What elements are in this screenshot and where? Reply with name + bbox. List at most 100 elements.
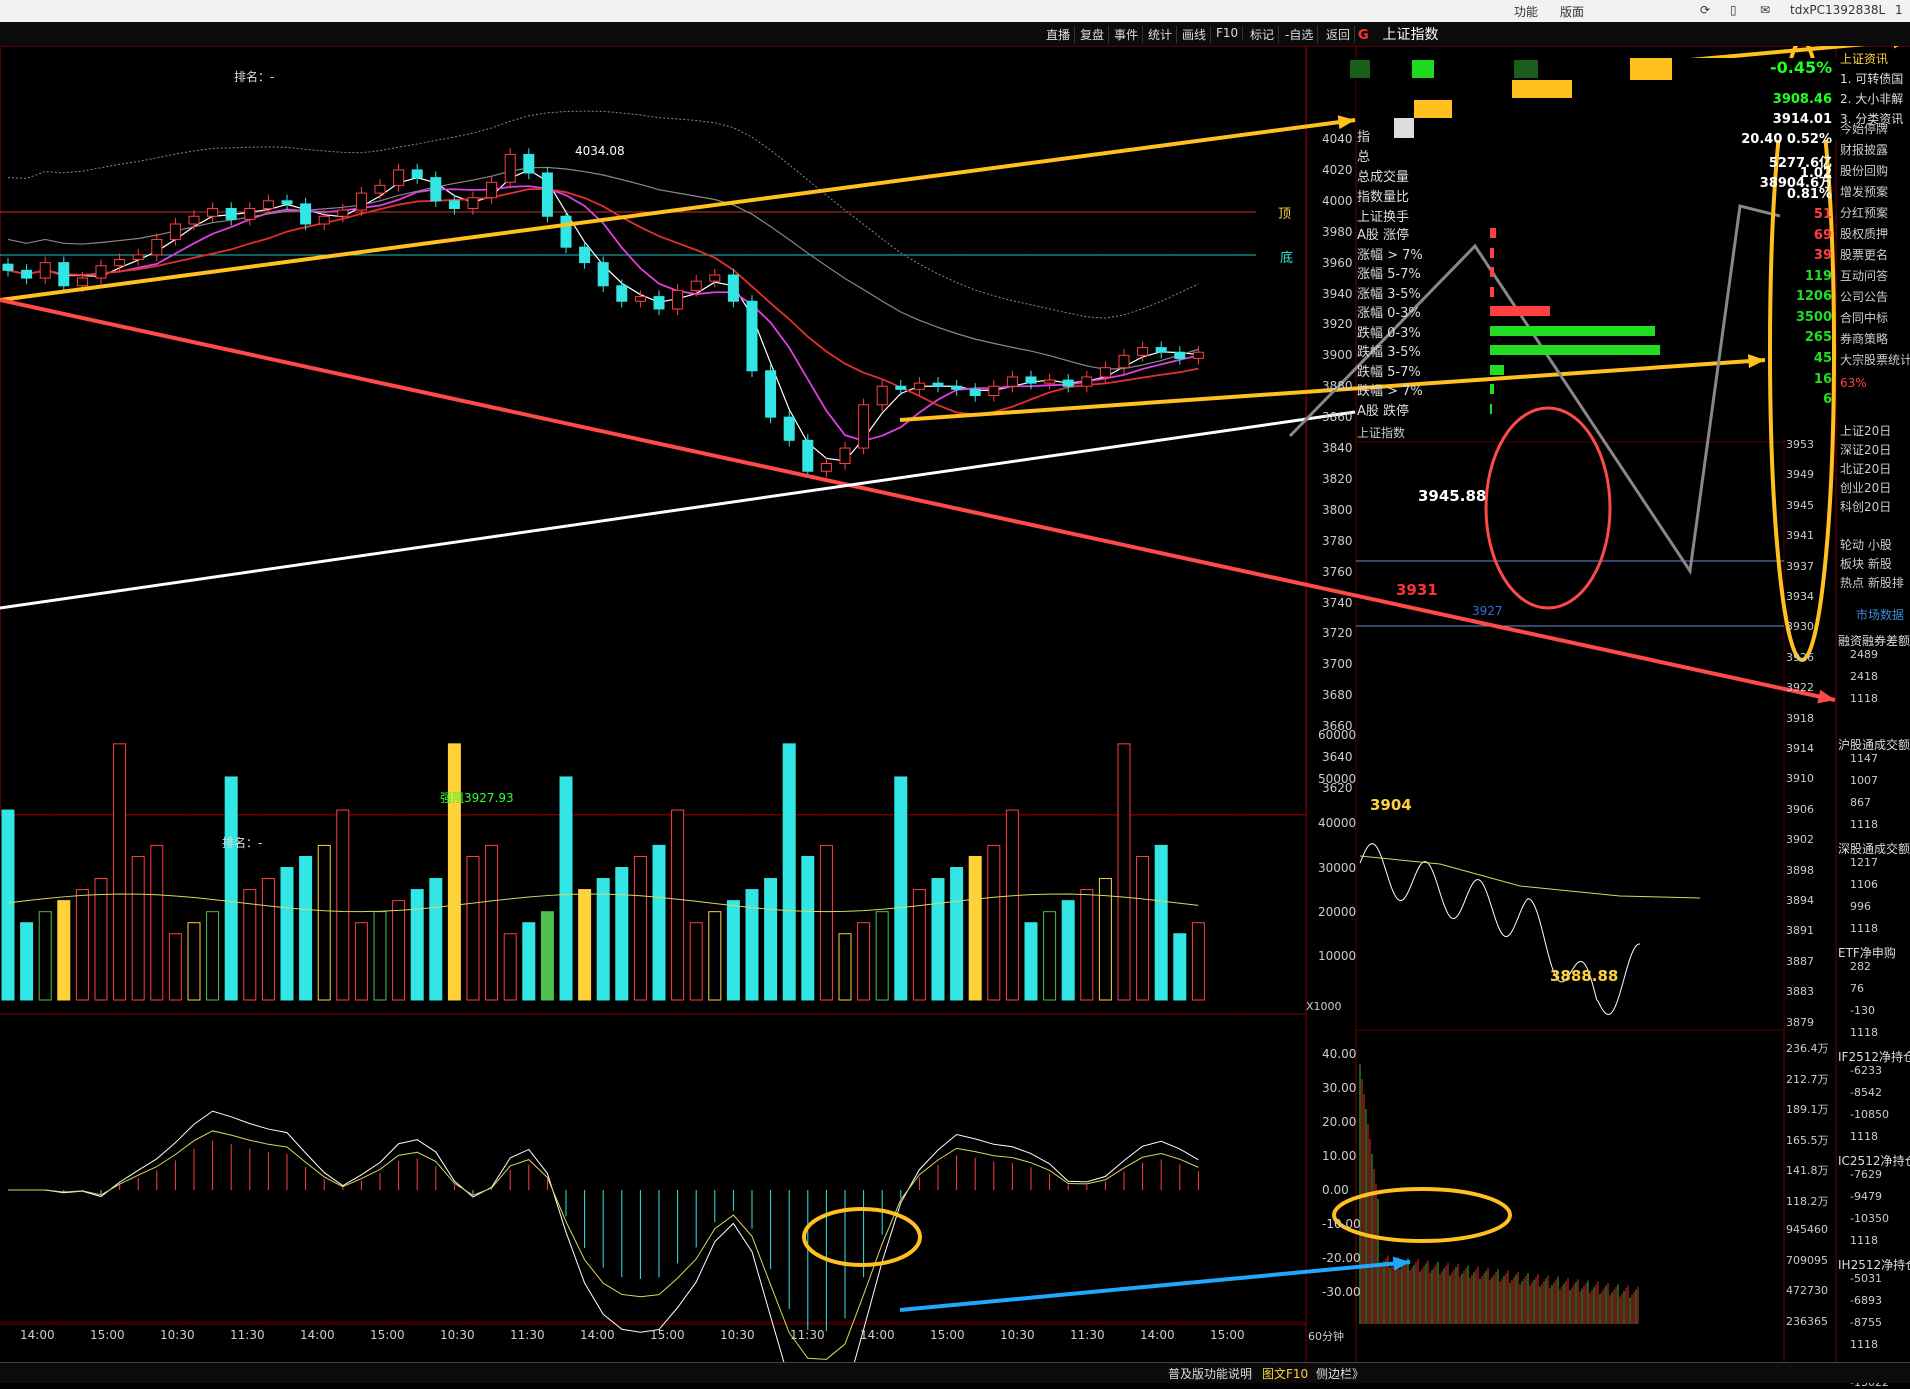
price-tick: 3960: [1322, 255, 1353, 270]
candle: [114, 259, 126, 267]
toolbar-f10[interactable]: F10: [1212, 26, 1244, 40]
volume-bar: [968, 855, 982, 1001]
intraday-price-tick: 3879: [1786, 1015, 1814, 1029]
stats-bottom-label: 上证指数: [1357, 426, 1406, 440]
intraday-volume-tick: 945460: [1786, 1223, 1828, 1236]
side-block-value: 1118: [1850, 922, 1878, 935]
side-block-value: -10850: [1850, 1108, 1889, 1121]
intraday-price-tick: 3898: [1786, 863, 1814, 877]
candle: [746, 300, 758, 372]
volume-bar: [596, 878, 610, 1001]
candle: [802, 439, 814, 472]
volume-bar: [466, 855, 480, 1001]
volume-bar: [1098, 878, 1112, 1001]
redaction-block: [1630, 58, 1672, 80]
side-block-value: 1217: [1850, 856, 1878, 869]
volume-tick: 10000: [1318, 948, 1357, 963]
side-block-value: -6893: [1850, 1294, 1882, 1307]
macd-tick: 40.00: [1322, 1047, 1357, 1061]
candle: [300, 203, 312, 225]
volume-bar: [1136, 855, 1150, 1001]
status-help[interactable]: 普及版功能说明: [1168, 1365, 1252, 1382]
time-tick: 14:00: [1140, 1328, 1175, 1342]
macd-tick: 10.00: [1322, 1149, 1357, 1163]
side-top-item: 1. 可转债国: [1840, 72, 1904, 86]
candle: [1062, 379, 1074, 387]
window-titlebar: 功能 版面 ⟳ ▯ ✉ tdxPC1392838L 1: [0, 0, 1910, 23]
volume-rank-label: 排名：-: [222, 836, 263, 850]
refresh-icon[interactable]: ⟳: [1700, 3, 1710, 17]
side-block-value: 1118: [1850, 1338, 1878, 1351]
minimize-icon[interactable]: 1: [1895, 3, 1903, 17]
side-index-item: 上证20日: [1840, 424, 1892, 438]
price-tick: 3680: [1322, 688, 1353, 703]
volume-bar: [485, 844, 499, 1001]
toolbar-back[interactable]: 返回: [1322, 26, 1356, 43]
menu-function[interactable]: 功能: [1514, 3, 1538, 20]
toolbar-stats[interactable]: 统计: [1144, 26, 1178, 43]
volume-bar: [57, 900, 71, 1001]
toolbar-events[interactable]: 事件: [1110, 26, 1144, 43]
candle: [783, 416, 795, 441]
side-block-title: 沪股通成交额: [1838, 738, 1910, 752]
volume-bar: [894, 776, 908, 1001]
toolbar-draw[interactable]: 画线: [1178, 26, 1212, 43]
breadth-bar: [1490, 325, 1655, 336]
volume-bar: [373, 911, 387, 1001]
volume-bar: [1005, 809, 1019, 1001]
candle: [355, 192, 367, 211]
intraday-volume-tick: 118.2万: [1786, 1194, 1829, 1208]
breadth-row-label: A股 跌停: [1357, 403, 1410, 419]
volume-tick: 20000: [1318, 904, 1357, 919]
breadth-row-label: 跌幅 3-5%: [1357, 345, 1421, 360]
volume-bar: [317, 844, 331, 1001]
volume-bar: [94, 878, 108, 1001]
intraday-volume-tick: 472730: [1786, 1284, 1828, 1297]
volume-tick: 40000: [1318, 816, 1357, 831]
toolbar-watchlist[interactable]: -自选: [1281, 26, 1319, 43]
volume-bar: [615, 867, 629, 1001]
side-block-value: -8755: [1850, 1316, 1882, 1329]
toolbar-live[interactable]: 直播: [1042, 26, 1076, 43]
mail-icon[interactable]: ✉: [1760, 3, 1770, 17]
side-item: 公司公告: [1840, 290, 1889, 304]
candle: [579, 246, 591, 264]
candle: [95, 265, 107, 279]
status-sidebar[interactable]: 侧边栏》: [1316, 1365, 1364, 1382]
time-tick: 14:00: [20, 1328, 55, 1342]
period-label[interactable]: 60分钟: [1308, 1328, 1344, 1344]
chart-canvas[interactable]: [0, 46, 1910, 1362]
side-market-data: 市场数据: [1856, 608, 1905, 622]
price-pane-frame: [0, 46, 1307, 815]
volume-bar: [280, 867, 294, 1001]
menu-view[interactable]: 版面: [1560, 3, 1584, 20]
index-change-pct: -0.45%: [1770, 58, 1833, 77]
candle: [411, 169, 423, 179]
side-ratio: 63%: [1840, 376, 1867, 390]
breadth-row-value: 3500: [1795, 309, 1832, 325]
volume-bar: [1061, 900, 1075, 1001]
side-block-value: 76: [1850, 982, 1864, 995]
bottom-marker: 底: [1280, 251, 1294, 266]
volume-bar: [20, 922, 34, 1001]
candle: [393, 169, 405, 186]
side-block-value: -7629: [1850, 1168, 1882, 1181]
status-f10[interactable]: 图文F10: [1262, 1365, 1308, 1382]
volume-bar: [875, 911, 889, 1001]
phone-icon[interactable]: ▯: [1730, 3, 1737, 17]
macd-tick: -20.00: [1322, 1251, 1361, 1265]
toolbar-mark[interactable]: 标记: [1246, 26, 1280, 43]
volume-bar: [187, 922, 201, 1001]
intraday-mid-label: 3931: [1396, 581, 1438, 599]
breadth-row-value: 51: [1813, 207, 1832, 222]
ma5-line: [7, 169, 1199, 462]
candle: [318, 215, 330, 225]
volume-bar: [243, 889, 257, 1001]
side-misc-item: 轮动 小股: [1840, 538, 1892, 552]
side-block-value: 2418: [1850, 670, 1878, 683]
ma10-line: [7, 185, 1199, 442]
index-code: G: [1358, 28, 1369, 43]
side-item: 券商策略: [1840, 332, 1889, 346]
side-block-value: 1118: [1850, 1234, 1878, 1247]
toolbar-replay[interactable]: 复盘: [1076, 26, 1110, 43]
